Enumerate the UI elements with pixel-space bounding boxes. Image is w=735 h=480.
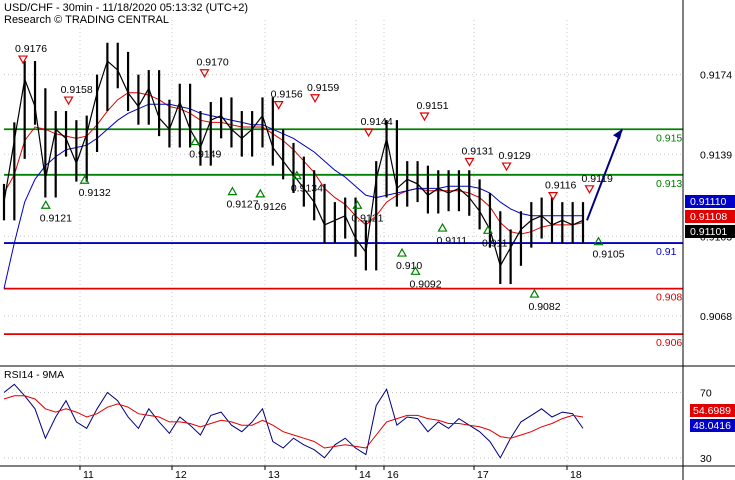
high-marker-icon	[17, 55, 29, 65]
low-annotation-label: 0.9105	[593, 249, 625, 261]
high-marker-icon	[273, 101, 284, 110]
high-marker-icon	[548, 192, 559, 201]
level-label: 0.913	[656, 178, 682, 190]
rsi-tag-label: 48.0416	[693, 420, 731, 432]
high-marker-icon	[501, 162, 512, 172]
high-annotation-label: 0.9158	[61, 84, 93, 96]
price-tags: 0.91110 0.91108 0.91101	[685, 195, 735, 238]
high-annotation-label: 0.9119	[582, 173, 613, 185]
low-annotation-label: 0.9134	[291, 183, 323, 195]
rsi-series-line	[3, 383, 584, 459]
support-resistance-levels: 0.915 0.913 0.91 0.908 0.906	[4, 128, 683, 349]
high-marker-icon	[464, 157, 475, 167]
level-label: 0.906	[656, 337, 682, 349]
low-annotation-label: 0.9126	[254, 201, 286, 213]
price-tag-label: 0.91110	[690, 196, 727, 208]
high-annotation-label: 0.9144	[361, 116, 393, 128]
low-annotation-label: 0.911	[482, 237, 508, 249]
level-label: 0.91	[656, 246, 677, 258]
rsi-title: RSI14 - 9MA	[4, 369, 64, 381]
low-marker-icon	[437, 222, 448, 232]
rsi-tag-label: 54.6989	[693, 405, 731, 417]
rsi-tick-label: 30	[700, 453, 712, 465]
price-tag-label: 0.91108	[690, 211, 727, 223]
time-tick-label: 16	[387, 469, 399, 480]
high-marker-icon	[584, 185, 595, 195]
low-marker-icon	[396, 247, 408, 257]
price-tick-label: 0.9174	[700, 70, 732, 82]
high-annotation-label: 0.9129	[499, 150, 531, 162]
high-annotation-label: 0.9176	[15, 43, 47, 55]
low-annotation-label: 0.9121	[40, 212, 72, 224]
price-tag-label: 0.91101	[690, 226, 727, 238]
price-chart: 0.915 0.913 0.91 0.908 0.906 0.9176 0.9158 0.9…	[0, 0, 735, 480]
low-marker-icon	[255, 188, 266, 198]
level-label: 0.908	[656, 292, 682, 304]
price-tick-label: 0.9139	[700, 149, 732, 161]
low-annotation-label: 0.9121	[351, 212, 383, 224]
time-tick-label: 18	[570, 469, 582, 480]
high-annotation-label: 0.9156	[271, 89, 303, 101]
low-annotation-label: 0.9149	[189, 149, 221, 161]
low-marker-icon	[190, 136, 201, 146]
rsi-tick-label: 70	[700, 388, 712, 400]
low-annotation-label: 0.9082	[528, 301, 560, 313]
time-tick-label: 17	[477, 469, 489, 480]
forecast-arrowhead-icon	[613, 129, 622, 140]
rsi-series-line	[3, 395, 584, 449]
low-annotation-label: 0.9111	[437, 235, 468, 247]
time-tick-label: 11	[83, 469, 94, 480]
low-marker-icon	[40, 200, 51, 209]
high-annotation-label: 0.9159	[307, 82, 339, 94]
level-label: 0.915	[656, 132, 682, 144]
low-marker-icon	[529, 288, 540, 298]
high-annotation-label: 0.9116	[545, 180, 576, 192]
high-annotation-label: 0.9131	[462, 146, 494, 158]
high-marker-icon	[63, 96, 74, 106]
low-annotation-label: 0.9092	[410, 278, 442, 290]
high-marker-icon	[419, 112, 430, 122]
high-marker-icon	[310, 94, 321, 103]
time-tick-label: 12	[175, 469, 187, 480]
time-tick-label: 13	[268, 469, 280, 480]
high-annotation-label: 0.9170	[197, 57, 229, 69]
high-marker-icon	[199, 69, 210, 78]
low-marker-icon	[227, 186, 238, 196]
rsi-panel: RSI14 - 9MA 70 30 54.6989 48.0416	[3, 369, 735, 465]
low-annotation-label: 0.910	[396, 260, 422, 272]
low-annotation-label: 0.9132	[79, 187, 111, 199]
price-tick-label: 0.9068	[700, 311, 732, 323]
time-tick-label: 14	[359, 469, 371, 480]
high-annotation-label: 0.9151	[417, 100, 449, 112]
